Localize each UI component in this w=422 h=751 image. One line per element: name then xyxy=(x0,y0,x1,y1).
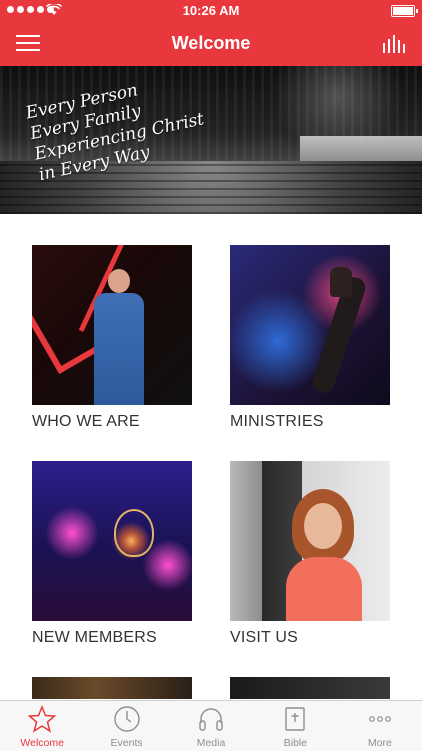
hero-banner[interactable]: Every Person Every Family Experiencing C… xyxy=(0,66,422,214)
tile-partial[interactable] xyxy=(230,677,390,699)
tile-partial[interactable] xyxy=(32,677,192,699)
tab-label: Events xyxy=(110,737,143,749)
tile-image xyxy=(230,245,390,405)
tile-image xyxy=(32,245,192,405)
tile-ministries[interactable]: MINISTRIES xyxy=(230,245,390,431)
more-icon xyxy=(368,716,391,722)
tile-image xyxy=(230,677,390,699)
tab-label: Media xyxy=(196,737,226,749)
tab-events[interactable]: Events xyxy=(84,701,168,751)
tab-media[interactable]: Media xyxy=(169,701,253,751)
bible-icon xyxy=(285,707,306,731)
tile-label: VISIT US xyxy=(230,629,298,646)
status-time: 10:26 AM xyxy=(182,3,240,18)
tab-welcome[interactable]: Welcome xyxy=(0,701,84,751)
tile-image xyxy=(230,461,390,621)
tile-label: WHO WE ARE xyxy=(32,413,140,430)
status-bar: 10:26 AM xyxy=(0,0,422,22)
star-icon xyxy=(28,705,57,733)
nav-bar: Welcome xyxy=(0,22,422,66)
tab-bar: Welcome Events Media Bible More xyxy=(0,700,422,751)
tile-label: NEW MEMBERS xyxy=(32,629,157,646)
tile-new-members[interactable]: NEW MEMBERS xyxy=(32,461,192,647)
tab-label: Welcome xyxy=(20,737,64,749)
tile-who-we-are[interactable]: WHO WE ARE xyxy=(32,245,192,431)
clock-icon xyxy=(113,706,140,732)
tab-label: Bible xyxy=(283,737,308,749)
headphones-icon xyxy=(199,708,223,731)
tile-visit-us[interactable]: VISIT US xyxy=(230,461,390,647)
tab-more[interactable]: More xyxy=(338,701,422,751)
tab-bible[interactable]: Bible xyxy=(253,701,337,751)
audio-bars-icon[interactable] xyxy=(382,35,406,53)
battery-icon xyxy=(391,5,418,17)
page-title: Welcome xyxy=(171,33,251,53)
tile-image xyxy=(32,461,192,621)
tab-label: More xyxy=(367,737,392,749)
tile-label: MINISTRIES xyxy=(230,413,324,430)
tile-image xyxy=(32,677,192,699)
